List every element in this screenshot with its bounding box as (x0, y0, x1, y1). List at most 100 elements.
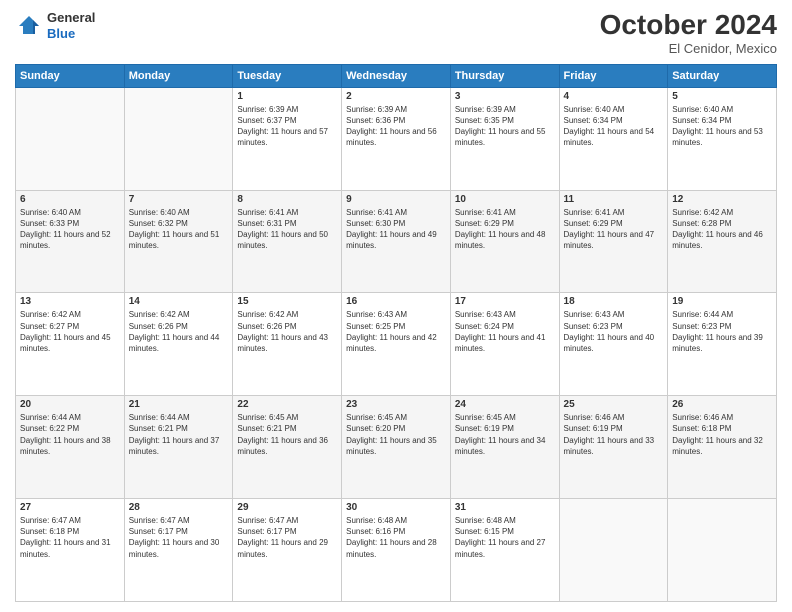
calendar: SundayMondayTuesdayWednesdayThursdayFrid… (15, 64, 777, 602)
page: General Blue October 2024 El Cenidor, Me… (0, 0, 792, 612)
cell-details: Sunrise: 6:39 AMSunset: 6:36 PMDaylight:… (346, 104, 446, 149)
calendar-cell: 15 Sunrise: 6:42 AMSunset: 6:26 PMDayligh… (233, 293, 342, 396)
month-year: October 2024 (600, 10, 777, 41)
calendar-cell: 10Sunrise: 6:41 AMSunset: 6:29 PMDayligh… (450, 190, 559, 293)
day-number: 3 (455, 91, 555, 102)
cell-details: Sunrise: 6:41 AMSunset: 6:30 PMDaylight:… (346, 207, 446, 252)
weekday-header: Sunday (16, 64, 125, 87)
calendar-cell (559, 499, 668, 602)
day-number: 17 (455, 296, 555, 307)
cell-details: Sunrise: 6:42 AMSunset: 6:26 PMDaylight:… (129, 309, 229, 354)
week-row: 20 Sunrise: 6:44 AMSunset: 6:22 PMDayligh… (16, 396, 777, 499)
cell-details: Sunrise: 6:47 AMSunset: 6:18 PMDaylight:… (20, 515, 120, 560)
day-number: 31 (455, 502, 555, 513)
cell-details: Sunrise: 6:44 AMSunset: 6:22 PMDaylight:… (20, 412, 120, 457)
week-row: 6 Sunrise: 6:40 AMSunset: 6:33 PMDaylight… (16, 190, 777, 293)
cell-details: Sunrise: 6:39 AMSunset: 6:35 PMDaylight:… (455, 104, 555, 149)
day-number: 12 (672, 194, 772, 205)
cell-details: Sunrise: 6:45 AMSunset: 6:20 PMDaylight:… (346, 412, 446, 457)
cell-details: Sunrise: 6:43 AMSunset: 6:23 PMDaylight:… (564, 309, 664, 354)
day-number: 27 (20, 502, 120, 513)
calendar-cell: 9Sunrise: 6:41 AMSunset: 6:30 PMDaylight… (342, 190, 451, 293)
calendar-cell: 26 Sunrise: 6:46 AMSunset: 6:18 PMDayligh… (668, 396, 777, 499)
cell-details: Sunrise: 6:40 AMSunset: 6:34 PMDaylight:… (672, 104, 772, 149)
day-number: 21 (129, 399, 229, 410)
calendar-cell: 6 Sunrise: 6:40 AMSunset: 6:33 PMDaylight… (16, 190, 125, 293)
calendar-cell: 16 Sunrise: 6:43 AMSunset: 6:25 PMDayligh… (342, 293, 451, 396)
logo-icon (15, 12, 43, 40)
day-number: 7 (129, 194, 229, 205)
calendar-cell (124, 87, 233, 190)
title-block: October 2024 El Cenidor, Mexico (600, 10, 777, 56)
day-number: 22 (237, 399, 337, 410)
calendar-cell: 25 Sunrise: 6:46 AMSunset: 6:19 PMDayligh… (559, 396, 668, 499)
week-row: 1 Sunrise: 6:39 AMSunset: 6:37 PMDaylight… (16, 87, 777, 190)
logo: General Blue (15, 10, 95, 41)
calendar-cell: 19Sunrise: 6:44 AMSunset: 6:23 PMDayligh… (668, 293, 777, 396)
calendar-cell: 13 Sunrise: 6:42 AMSunset: 6:27 PMDayligh… (16, 293, 125, 396)
day-number: 29 (237, 502, 337, 513)
calendar-cell: 5 Sunrise: 6:40 AMSunset: 6:34 PMDaylight… (668, 87, 777, 190)
cell-details: Sunrise: 6:43 AMSunset: 6:25 PMDaylight:… (346, 309, 446, 354)
calendar-cell (16, 87, 125, 190)
calendar-cell: 17Sunrise: 6:43 AMSunset: 6:24 PMDayligh… (450, 293, 559, 396)
cell-details: Sunrise: 6:42 AMSunset: 6:26 PMDaylight:… (237, 309, 337, 354)
day-number: 16 (346, 296, 446, 307)
logo-blue: Blue (47, 26, 95, 42)
cell-details: Sunrise: 6:39 AMSunset: 6:37 PMDaylight:… (237, 104, 337, 149)
logo-text: General Blue (47, 10, 95, 41)
cell-details: Sunrise: 6:47 AMSunset: 6:17 PMDaylight:… (129, 515, 229, 560)
calendar-cell (668, 499, 777, 602)
calendar-cell: 18 Sunrise: 6:43 AMSunset: 6:23 PMDayligh… (559, 293, 668, 396)
calendar-cell: 21 Sunrise: 6:44 AMSunset: 6:21 PMDayligh… (124, 396, 233, 499)
day-number: 5 (672, 91, 772, 102)
day-number: 26 (672, 399, 772, 410)
day-number: 14 (129, 296, 229, 307)
calendar-cell: 2Sunrise: 6:39 AMSunset: 6:36 PMDaylight… (342, 87, 451, 190)
cell-details: Sunrise: 6:46 AMSunset: 6:19 PMDaylight:… (564, 412, 664, 457)
day-number: 11 (564, 194, 664, 205)
day-number: 28 (129, 502, 229, 513)
weekday-header: Saturday (668, 64, 777, 87)
calendar-cell: 29 Sunrise: 6:47 AMSunset: 6:17 PMDayligh… (233, 499, 342, 602)
cell-details: Sunrise: 6:44 AMSunset: 6:21 PMDaylight:… (129, 412, 229, 457)
calendar-cell: 12 Sunrise: 6:42 AMSunset: 6:28 PMDayligh… (668, 190, 777, 293)
cell-details: Sunrise: 6:40 AMSunset: 6:33 PMDaylight:… (20, 207, 120, 252)
cell-details: Sunrise: 6:44 AMSunset: 6:23 PMDaylight:… (672, 309, 772, 354)
day-number: 1 (237, 91, 337, 102)
day-number: 20 (20, 399, 120, 410)
cell-details: Sunrise: 6:40 AMSunset: 6:34 PMDaylight:… (564, 104, 664, 149)
weekday-header: Tuesday (233, 64, 342, 87)
calendar-cell: 8Sunrise: 6:41 AMSunset: 6:31 PMDaylight… (233, 190, 342, 293)
day-number: 13 (20, 296, 120, 307)
weekday-header: Friday (559, 64, 668, 87)
day-number: 8 (237, 194, 337, 205)
cell-details: Sunrise: 6:47 AMSunset: 6:17 PMDaylight:… (237, 515, 337, 560)
week-row: 13 Sunrise: 6:42 AMSunset: 6:27 PMDayligh… (16, 293, 777, 396)
day-number: 30 (346, 502, 446, 513)
weekday-header: Wednesday (342, 64, 451, 87)
calendar-cell: 24Sunrise: 6:45 AMSunset: 6:19 PMDayligh… (450, 396, 559, 499)
cell-details: Sunrise: 6:48 AMSunset: 6:15 PMDaylight:… (455, 515, 555, 560)
day-number: 18 (564, 296, 664, 307)
calendar-cell: 7 Sunrise: 6:40 AMSunset: 6:32 PMDaylight… (124, 190, 233, 293)
calendar-cell: 14 Sunrise: 6:42 AMSunset: 6:26 PMDayligh… (124, 293, 233, 396)
cell-details: Sunrise: 6:42 AMSunset: 6:28 PMDaylight:… (672, 207, 772, 252)
cell-details: Sunrise: 6:42 AMSunset: 6:27 PMDaylight:… (20, 309, 120, 354)
day-number: 25 (564, 399, 664, 410)
cell-details: Sunrise: 6:41 AMSunset: 6:29 PMDaylight:… (564, 207, 664, 252)
day-number: 10 (455, 194, 555, 205)
calendar-cell: 23Sunrise: 6:45 AMSunset: 6:20 PMDayligh… (342, 396, 451, 499)
day-number: 4 (564, 91, 664, 102)
location: El Cenidor, Mexico (600, 41, 777, 56)
cell-details: Sunrise: 6:48 AMSunset: 6:16 PMDaylight:… (346, 515, 446, 560)
calendar-cell: 20 Sunrise: 6:44 AMSunset: 6:22 PMDayligh… (16, 396, 125, 499)
cell-details: Sunrise: 6:40 AMSunset: 6:32 PMDaylight:… (129, 207, 229, 252)
day-number: 6 (20, 194, 120, 205)
day-number: 24 (455, 399, 555, 410)
cell-details: Sunrise: 6:46 AMSunset: 6:18 PMDaylight:… (672, 412, 772, 457)
calendar-cell: 11 Sunrise: 6:41 AMSunset: 6:29 PMDayligh… (559, 190, 668, 293)
calendar-cell: 22Sunrise: 6:45 AMSunset: 6:21 PMDayligh… (233, 396, 342, 499)
day-number: 15 (237, 296, 337, 307)
calendar-cell: 28 Sunrise: 6:47 AMSunset: 6:17 PMDayligh… (124, 499, 233, 602)
